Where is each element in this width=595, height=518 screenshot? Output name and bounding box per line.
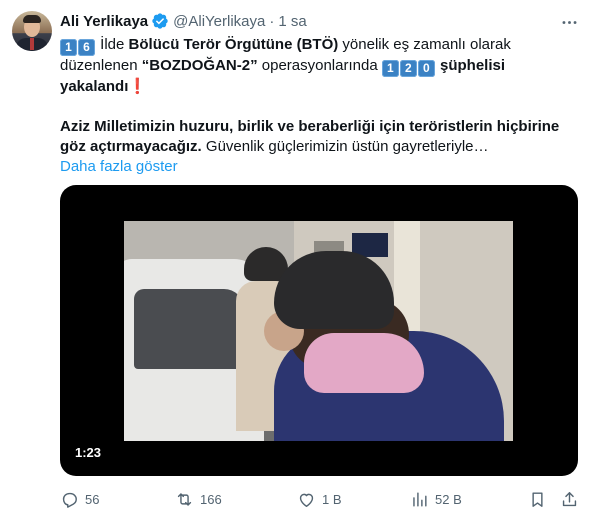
text-bold-run: “BOZDOĞAN-2”: [141, 57, 258, 74]
video-cap: [274, 251, 394, 329]
timestamp[interactable]: 1 sa: [278, 13, 306, 30]
tweet[interactable]: Ali Yerlikaya @AliYerlikaya · 1 sa 16 İl…: [0, 0, 595, 518]
keycap-digit: 2: [399, 60, 417, 77]
avatar-hair: [23, 15, 41, 23]
show-more-line: Daha fazla göster: [60, 157, 580, 177]
text-bold-run: Aziz Milletimizin huzuru, birlik ve bera…: [60, 118, 560, 135]
text-line-2: düzenlenen “BOZDOĞAN-2” operasyonlarında…: [60, 56, 580, 77]
text-run: İlde: [96, 36, 129, 53]
reply-icon: [62, 492, 77, 508]
text-bold-run: göz açtırmayacağız.: [60, 138, 202, 155]
like-count: 1 B: [322, 491, 342, 507]
text-run: düzenlenen: [60, 57, 142, 74]
keycap-digit: 6: [78, 39, 95, 56]
verified-badge-icon[interactable]: [151, 12, 169, 30]
heart-icon: [299, 493, 314, 507]
tweet-header: Ali Yerlikaya @AliYerlikaya · 1 sa: [60, 11, 307, 31]
avatar-tie: [30, 38, 34, 50]
keycap-digit: 1: [381, 60, 399, 77]
text-run: yönelik eş zamanlı olarak: [338, 36, 511, 53]
action-bar: 56 166 1 B 52 B: [60, 486, 580, 512]
text-line-3: yakalandı❗: [60, 77, 580, 97]
tweet-text: 16 İlde Bölücü Terör Örgütüne (BTÖ) yöne…: [60, 35, 580, 177]
keycap-digit: 0: [417, 60, 435, 77]
views-count: 52 B: [435, 491, 462, 507]
text-bold-run: yakalandı: [60, 78, 129, 95]
text-bold-run: Bölücü Terör Örgütüne (BTÖ): [128, 36, 339, 53]
video-car-window: [134, 289, 244, 369]
video-frame[interactable]: [124, 221, 513, 441]
exclamation-icon: ❗: [128, 78, 148, 95]
video-player[interactable]: 1:23: [60, 185, 578, 476]
repost-count: 166: [200, 491, 222, 507]
views-button[interactable]: 52 B: [410, 486, 462, 512]
more-options-icon[interactable]: [558, 11, 580, 33]
reply-count: 56: [85, 491, 100, 507]
bookmark-button[interactable]: [528, 486, 547, 512]
author-name[interactable]: Ali Yerlikaya: [60, 13, 148, 30]
text-line-4: Aziz Milletimizin huzuru, birlik ve bera…: [60, 117, 580, 137]
repost-button[interactable]: 166: [175, 486, 222, 512]
like-button[interactable]: 1 B: [297, 486, 342, 512]
share-button[interactable]: [560, 486, 579, 512]
text-bold-run: şüphelisi: [435, 57, 506, 74]
text-run: Güvenlik güçlerimizin üstün gayretleriyl…: [201, 138, 489, 155]
repost-icon: [177, 492, 192, 506]
keycap-digit: 1: [60, 39, 77, 56]
video-scarf: [304, 333, 424, 393]
text-run: operasyonlarında: [257, 57, 382, 74]
avatar[interactable]: [12, 11, 52, 51]
reply-button[interactable]: 56: [60, 486, 99, 512]
bookmark-icon: [532, 491, 543, 507]
share-icon: [562, 491, 577, 506]
text-line-1: 16 İlde Bölücü Terör Örgütüne (BTÖ) yöne…: [60, 35, 580, 56]
video-duration: 1:23: [69, 443, 108, 463]
views-icon: [413, 491, 427, 507]
author-handle[interactable]: @AliYerlikaya: [173, 13, 265, 30]
show-more-link[interactable]: Daha fazla göster: [60, 158, 178, 175]
text-line-5: göz açtırmayacağız. Güvenlik güçlerimizi…: [60, 137, 580, 157]
separator-dot: ·: [269, 12, 275, 30]
